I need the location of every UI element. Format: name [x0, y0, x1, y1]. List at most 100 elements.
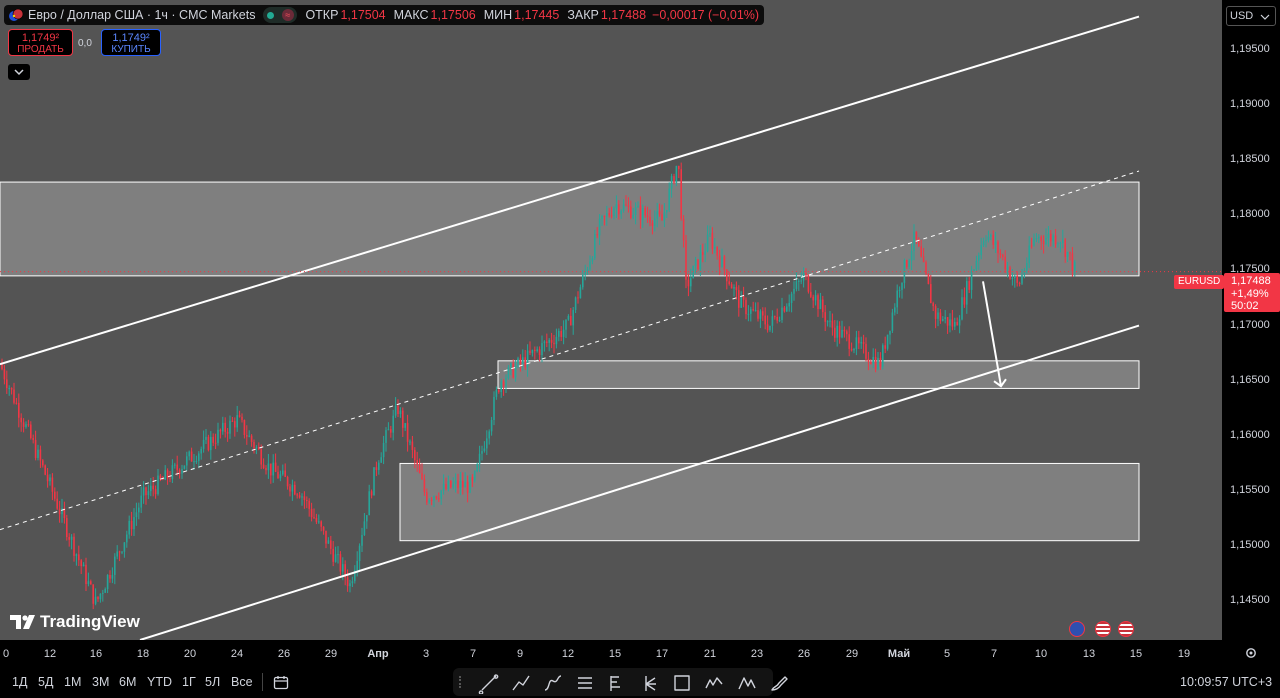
candle-body — [32, 438, 34, 440]
symbol-price-tag: EURUSD — [1174, 275, 1225, 289]
symbol-title[interactable]: Евро / Доллар США · 1ч · CMC Markets — [28, 8, 255, 22]
candle-body — [814, 295, 817, 301]
candle-body — [795, 281, 798, 289]
candle-body — [570, 315, 572, 326]
gear-icon[interactable] — [1244, 646, 1258, 660]
candle-body — [356, 560, 358, 571]
logo-text: TradingView — [40, 612, 140, 631]
buy-button[interactable]: 1,1749² КУПИТЬ — [101, 29, 161, 56]
range-button[interactable]: Все — [231, 675, 253, 689]
candle-body — [193, 461, 195, 463]
candle-body — [723, 256, 726, 270]
time-tick-label: 15 — [1129, 648, 1143, 660]
candle-body — [51, 477, 54, 492]
elliott-wave-icon[interactable] — [703, 672, 725, 694]
calendar-range-icon[interactable] — [273, 675, 289, 691]
candle-body — [301, 496, 303, 498]
candle-body — [310, 508, 313, 518]
candle-body — [363, 521, 366, 536]
pattern-icon[interactable] — [736, 672, 758, 694]
candle-body — [764, 315, 766, 325]
candle-body — [286, 476, 289, 487]
collapse-legend-button[interactable] — [8, 64, 30, 80]
candle-body — [90, 581, 92, 585]
last-price-label: 1,17488 +1,49% 50:02 — [1224, 273, 1280, 312]
candle-body — [44, 465, 46, 475]
candle-body — [483, 448, 486, 452]
us-flag-icon[interactable] — [1118, 621, 1134, 637]
candle-body — [790, 293, 793, 304]
candle-body — [889, 330, 891, 335]
chart-plot-area[interactable] — [0, 0, 1222, 640]
us-flag-icon[interactable] — [1095, 621, 1111, 637]
candle-body — [102, 592, 104, 594]
candle-body — [30, 424, 32, 439]
range-button[interactable]: 3М — [92, 675, 109, 689]
parallel-channel-icon[interactable] — [574, 672, 596, 694]
range-button[interactable]: 5Д — [38, 675, 53, 689]
candle-body — [464, 481, 466, 488]
candle-body — [409, 441, 411, 443]
candle-body — [313, 517, 315, 519]
candle-body — [445, 483, 447, 489]
candle-body — [615, 204, 618, 209]
candle-body — [1050, 233, 1052, 242]
candle-body — [217, 429, 219, 443]
time-tick-label: 15 — [608, 648, 622, 660]
candle-body — [865, 343, 867, 359]
candle-body — [853, 348, 855, 351]
pitchfork-icon[interactable] — [638, 672, 660, 694]
candle-body — [577, 297, 579, 299]
candle-body — [380, 457, 382, 463]
low-value: 1,17445 — [514, 8, 560, 22]
candle-body — [92, 584, 94, 604]
time-tick-label: 19 — [1177, 648, 1191, 660]
toolbar-grip[interactable] — [459, 676, 463, 688]
path-icon[interactable] — [542, 672, 564, 694]
candle-body — [73, 536, 75, 556]
trend-line-icon[interactable] — [478, 672, 500, 694]
candle-body — [824, 312, 826, 322]
range-button[interactable]: 6М — [119, 675, 136, 689]
candle-body — [303, 496, 306, 500]
price-tick-label: 1,18000 — [1230, 208, 1270, 221]
candle-body — [704, 251, 706, 255]
candle-body — [250, 435, 253, 442]
range-button[interactable]: 1Д — [12, 675, 27, 689]
economic-event-icon[interactable] — [1069, 621, 1085, 637]
candle-body — [622, 204, 625, 211]
candle-body — [706, 234, 709, 252]
clock[interactable]: 10:09:57 UTC+3 — [1180, 675, 1272, 689]
candle-body — [778, 319, 781, 321]
candle-body — [433, 496, 435, 501]
range-button[interactable]: YTD — [147, 675, 172, 689]
candle-body — [315, 517, 318, 522]
range-button[interactable]: 1М — [64, 675, 81, 689]
range-button[interactable]: 1Г — [182, 675, 196, 689]
brush-icon[interactable] — [768, 672, 790, 694]
candle-body — [730, 284, 733, 289]
candle-body — [469, 476, 471, 493]
candle-body — [829, 320, 831, 322]
candle-body — [927, 273, 930, 285]
currency-select[interactable]: USD — [1226, 6, 1276, 26]
range-button[interactable]: 5Л — [205, 675, 220, 689]
candle-body — [1074, 261, 1076, 271]
candle-body — [140, 495, 142, 508]
rectangle-icon[interactable] — [671, 672, 693, 694]
candle-body — [882, 345, 884, 367]
candle-body — [162, 479, 164, 481]
polyline-icon[interactable] — [510, 672, 532, 694]
tradingview-logo[interactable]: TradingView — [9, 612, 140, 632]
candle-body — [879, 357, 882, 367]
candle-body — [500, 381, 502, 392]
candle-body — [582, 274, 584, 288]
price-chart[interactable] — [0, 0, 1222, 640]
candle-body — [978, 255, 980, 261]
time-tick-label: 7 — [990, 648, 998, 660]
sell-button[interactable]: 1,1749² ПРОДАТЬ — [8, 29, 73, 56]
fib-retracement-icon[interactable] — [606, 672, 628, 694]
market-status-icon[interactable]: ≈ — [263, 7, 298, 23]
candle-body — [78, 554, 80, 561]
symbol-legend[interactable]: Евро / Доллар США · 1ч · CMC Markets ≈ О… — [4, 5, 765, 25]
